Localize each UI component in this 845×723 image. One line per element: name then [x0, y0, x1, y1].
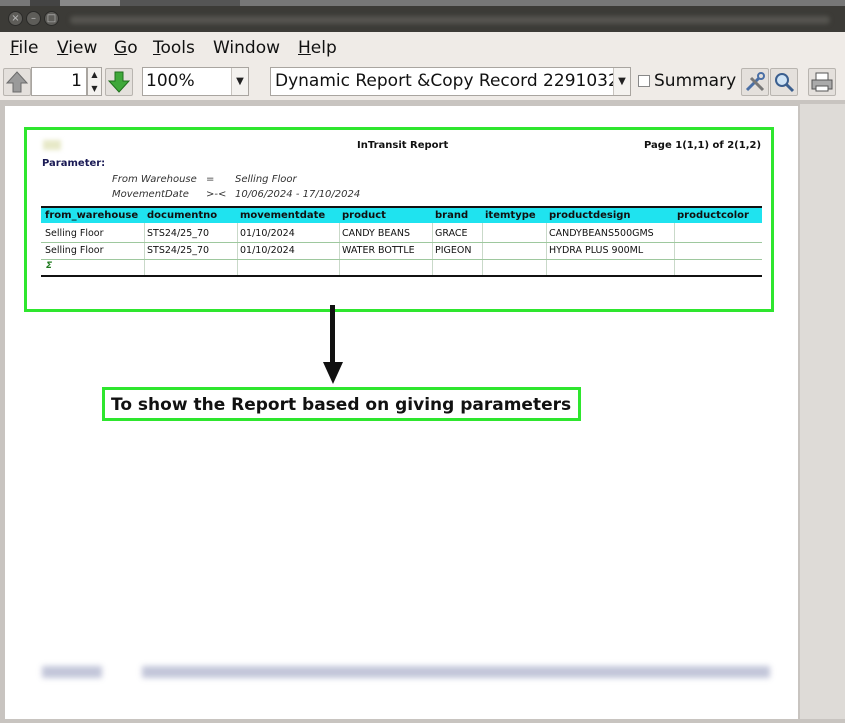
- menu-help-rest: elp: [310, 38, 337, 58]
- column-divider: [546, 223, 547, 275]
- column-header[interactable]: product: [342, 210, 386, 221]
- table-cell[interactable]: Selling Floor: [45, 228, 104, 239]
- column-header[interactable]: brand: [435, 210, 468, 221]
- menu-go[interactable]: Go: [114, 38, 138, 58]
- table-cell[interactable]: GRACE: [435, 228, 468, 239]
- table-header: from_warehouse documentno movementdate p…: [41, 206, 762, 223]
- company-logo-blurred: [43, 140, 61, 150]
- table-cell[interactable]: CANDYBEANS500GMS: [549, 228, 654, 239]
- menu-help[interactable]: Help: [298, 38, 337, 58]
- menu-view-mnemonic: V: [57, 38, 69, 58]
- param-operator: >-<: [206, 189, 227, 200]
- zoom-dropdown-arrow-icon[interactable]: ▼: [231, 68, 248, 95]
- footer-blurred-right: [142, 666, 770, 678]
- menu-file-mnemonic: F: [10, 38, 19, 58]
- maximize-window-icon[interactable]: □: [44, 11, 59, 26]
- menu-window[interactable]: Window: [213, 38, 280, 58]
- row-divider: [41, 259, 762, 260]
- arrow-up-icon: [5, 71, 29, 93]
- sum-row-icon: Σ: [46, 261, 53, 271]
- column-divider: [339, 223, 340, 275]
- menu-tools-rest: ools: [160, 38, 195, 58]
- param-operator: =: [206, 174, 215, 185]
- vertical-scrollbar-area[interactable]: [800, 104, 845, 719]
- annotation-callout: To show the Report based on giving param…: [102, 387, 581, 421]
- menu-file-rest: ile: [18, 38, 39, 58]
- summary-checkbox[interactable]: [638, 75, 650, 87]
- table-cell[interactable]: Selling Floor: [45, 245, 104, 256]
- column-header[interactable]: documentno: [147, 210, 217, 221]
- annotation-arrow-down-icon: [323, 362, 343, 384]
- table-cell[interactable]: 01/10/2024: [240, 245, 295, 256]
- param-name: From Warehouse: [112, 174, 197, 185]
- menu-tools[interactable]: Tools: [153, 38, 195, 58]
- column-header[interactable]: productdesign: [549, 210, 631, 221]
- report-title: InTransit Report: [357, 140, 449, 151]
- tools-icon: [745, 72, 765, 92]
- magnifier-icon: [775, 73, 795, 93]
- table-cell[interactable]: CANDY BEANS: [342, 228, 410, 239]
- column-divider: [144, 223, 145, 275]
- window-titlebar: × – □: [0, 6, 845, 32]
- previous-page-button[interactable]: [3, 68, 31, 96]
- report-toolbar: 1 ▲ ▼ 100% ▼ Dynamic Report &Copy Record…: [0, 64, 845, 100]
- page-info: Page 1(1,1) of 2(1,2): [644, 140, 762, 151]
- table-cell[interactable]: STS24/25_70: [147, 245, 209, 256]
- zoom-select[interactable]: 100% ▼: [142, 67, 249, 96]
- column-divider: [432, 223, 433, 275]
- menu-help-mnemonic: H: [298, 38, 311, 58]
- spinner-up-icon[interactable]: ▲: [88, 68, 101, 82]
- param-value: 10/06/2024 - 17/10/2024: [235, 189, 361, 200]
- printer-icon: [811, 72, 833, 92]
- menu-view[interactable]: View: [57, 38, 97, 58]
- param-name: MovementDate: [112, 189, 189, 200]
- column-divider: [237, 223, 238, 275]
- arrow-down-icon: [107, 71, 131, 93]
- menu-file[interactable]: File: [10, 38, 38, 58]
- menu-go-mnemonic: G: [114, 38, 128, 58]
- customize-report-button[interactable]: [741, 68, 769, 96]
- summary-label: Summary: [654, 71, 737, 91]
- menu-view-rest: iew: [68, 38, 98, 58]
- footer-blurred-left: [42, 666, 102, 678]
- column-divider: [482, 223, 483, 275]
- print-button[interactable]: [808, 68, 836, 96]
- column-header[interactable]: itemtype: [485, 210, 536, 221]
- column-header[interactable]: from_warehouse: [45, 210, 138, 221]
- table-bottom-border: [41, 275, 762, 277]
- row-divider: [41, 242, 762, 243]
- table-cell[interactable]: WATER BOTTLE: [342, 245, 415, 256]
- table-cell[interactable]: STS24/25_70: [147, 228, 209, 239]
- page-number-input[interactable]: 1: [31, 67, 87, 96]
- next-page-button[interactable]: [105, 68, 133, 96]
- report-select[interactable]: Dynamic Report &Copy Record 2291032 ▼: [270, 67, 631, 96]
- report-dropdown-arrow-icon[interactable]: ▼: [613, 68, 630, 95]
- table-cell[interactable]: 01/10/2024: [240, 228, 295, 239]
- find-button[interactable]: [770, 68, 798, 96]
- annotation-arrow-shaft: [330, 305, 335, 365]
- annotation-callout-text: To show the Report based on giving param…: [111, 395, 572, 415]
- zoom-value: 100%: [146, 71, 195, 91]
- table-cell[interactable]: PIGEON: [435, 245, 471, 256]
- table-cell[interactable]: HYDRA PLUS 900ML: [549, 245, 643, 256]
- minimize-window-icon[interactable]: –: [26, 11, 41, 26]
- window-title-blurred: [70, 16, 830, 24]
- parameter-heading: Parameter:: [42, 158, 106, 169]
- report-name-value: Dynamic Report &Copy Record 2291032: [275, 71, 619, 91]
- column-header[interactable]: productcolor: [677, 210, 749, 221]
- menu-bar: File View Go Tools Window Help: [0, 32, 845, 64]
- spinner-down-icon[interactable]: ▼: [88, 82, 101, 96]
- column-header[interactable]: movementdate: [240, 210, 325, 221]
- menu-go-rest: o: [127, 38, 138, 58]
- column-divider: [674, 223, 675, 275]
- param-value: Selling Floor: [235, 174, 297, 185]
- close-window-icon[interactable]: ×: [8, 11, 23, 26]
- menu-tools-mnemonic: T: [153, 38, 161, 58]
- page-spinner[interactable]: ▲ ▼: [87, 67, 102, 96]
